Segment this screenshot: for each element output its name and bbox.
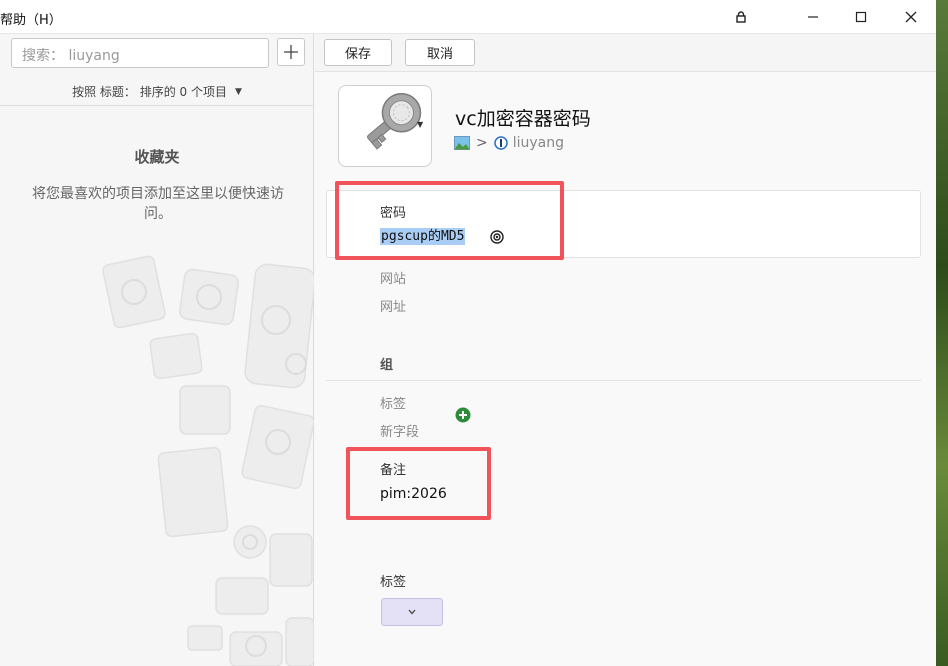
chevron-down-icon bbox=[408, 609, 416, 615]
add-item-button[interactable] bbox=[277, 38, 305, 66]
plus-icon bbox=[284, 45, 298, 59]
highlight-box-password bbox=[335, 181, 564, 260]
tags-section-label: 标签 bbox=[380, 575, 407, 590]
highlight-box-notes bbox=[346, 447, 491, 520]
add-field-icon[interactable] bbox=[455, 407, 471, 423]
close-icon bbox=[905, 11, 917, 23]
close-button[interactable] bbox=[888, 0, 934, 34]
vault-icon bbox=[493, 136, 508, 150]
url-label[interactable]: 网址 bbox=[380, 296, 406, 315]
vault-path[interactable]: > liuyang bbox=[454, 135, 564, 151]
tags-dropdown[interactable] bbox=[381, 598, 443, 626]
save-button[interactable]: 保存 bbox=[324, 39, 392, 66]
sort-label: 按照 标题： 排序的 0 个项目 bbox=[72, 85, 227, 99]
cancel-button[interactable]: 取消 bbox=[405, 39, 475, 66]
minimize-button[interactable] bbox=[790, 0, 836, 34]
section-divider bbox=[326, 380, 921, 381]
sidebar: 搜索： liuyang 按照 标题： 排序的 0 个项目 ▼ 收藏夹 将您最喜欢… bbox=[0, 34, 314, 666]
lock-icon bbox=[736, 11, 746, 23]
item-title[interactable]: vc加密容器密码 bbox=[455, 104, 591, 131]
caret-down-icon: ▼ bbox=[234, 86, 242, 97]
new-field-label[interactable]: 新字段 bbox=[380, 421, 419, 440]
search-input[interactable]: 搜索： liuyang bbox=[11, 38, 269, 68]
vault-image-icon bbox=[454, 136, 470, 150]
desktop-edge bbox=[936, 0, 948, 666]
minimize-icon bbox=[808, 16, 818, 18]
path-separator: > bbox=[476, 135, 488, 151]
search-placeholder: 搜索： liuyang bbox=[22, 48, 120, 64]
website-label[interactable]: 网站 bbox=[380, 268, 406, 287]
vault-name: liuyang bbox=[512, 135, 565, 151]
favorites-description: 将您最喜欢的项目添加至这里以便快速访问。 bbox=[32, 186, 284, 222]
favorites-title: 收藏夹 bbox=[134, 148, 180, 166]
lock-button[interactable] bbox=[718, 0, 764, 34]
title-bar: 帮助（H） bbox=[0, 0, 936, 34]
sort-selector[interactable]: 按照 标题： 排序的 0 个项目 ▼ bbox=[0, 78, 314, 106]
menu-help[interactable]: 帮助（H） bbox=[0, 9, 62, 28]
tags-label[interactable]: 标签 bbox=[380, 393, 406, 412]
item-editor: 保存 取消 ▼ vc加密容器密码 > liuyang 密码 pgscup的MD5… bbox=[315, 34, 936, 666]
maximize-icon bbox=[855, 11, 867, 23]
empty-state-illustration bbox=[102, 255, 314, 666]
group-label: 组 bbox=[380, 358, 394, 373]
editor-toolbar: 保存 取消 bbox=[315, 34, 936, 72]
maximize-button[interactable] bbox=[838, 0, 884, 34]
app-window: 帮助（H） 搜索： liuyang 按照 标题： 排序的 0 个项目 ▼ 收藏夹… bbox=[0, 0, 936, 666]
icon-picker-caret[interactable]: ▼ bbox=[417, 120, 423, 129]
